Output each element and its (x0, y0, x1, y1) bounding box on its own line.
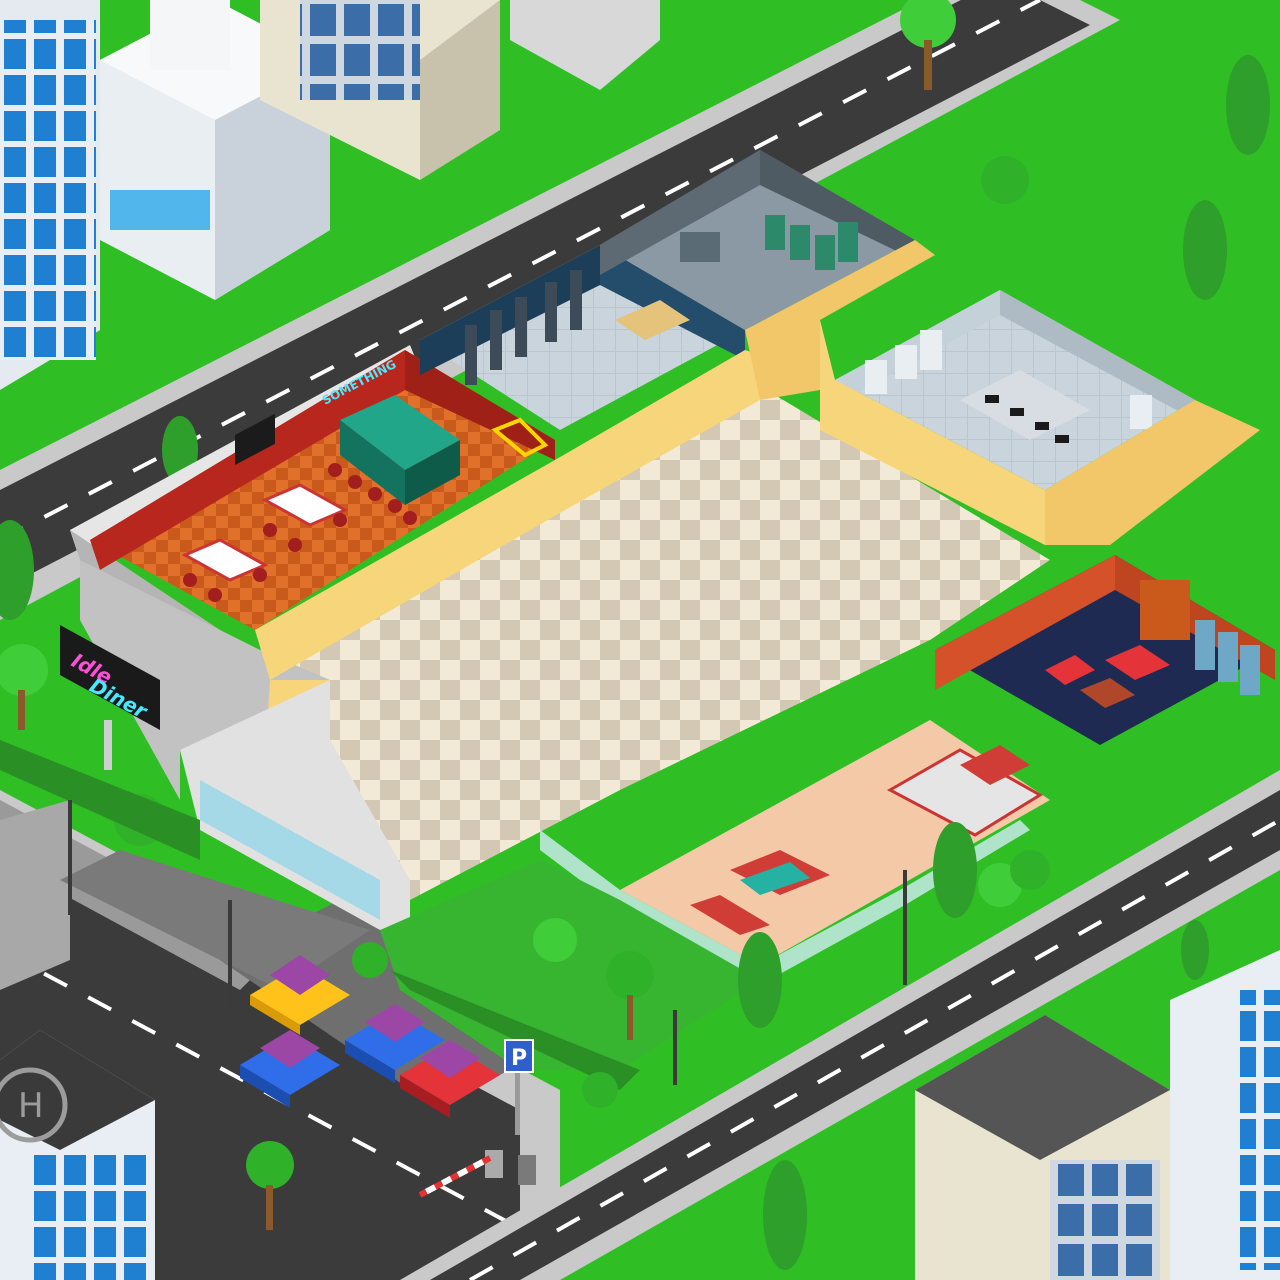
helipad-letter: H (18, 1086, 44, 1126)
building-topleft-tower (0, 0, 100, 390)
parking-sign-letter: P (511, 1046, 527, 1071)
game-scene: SOMETHING H Idle Diner P (0, 0, 1280, 1280)
